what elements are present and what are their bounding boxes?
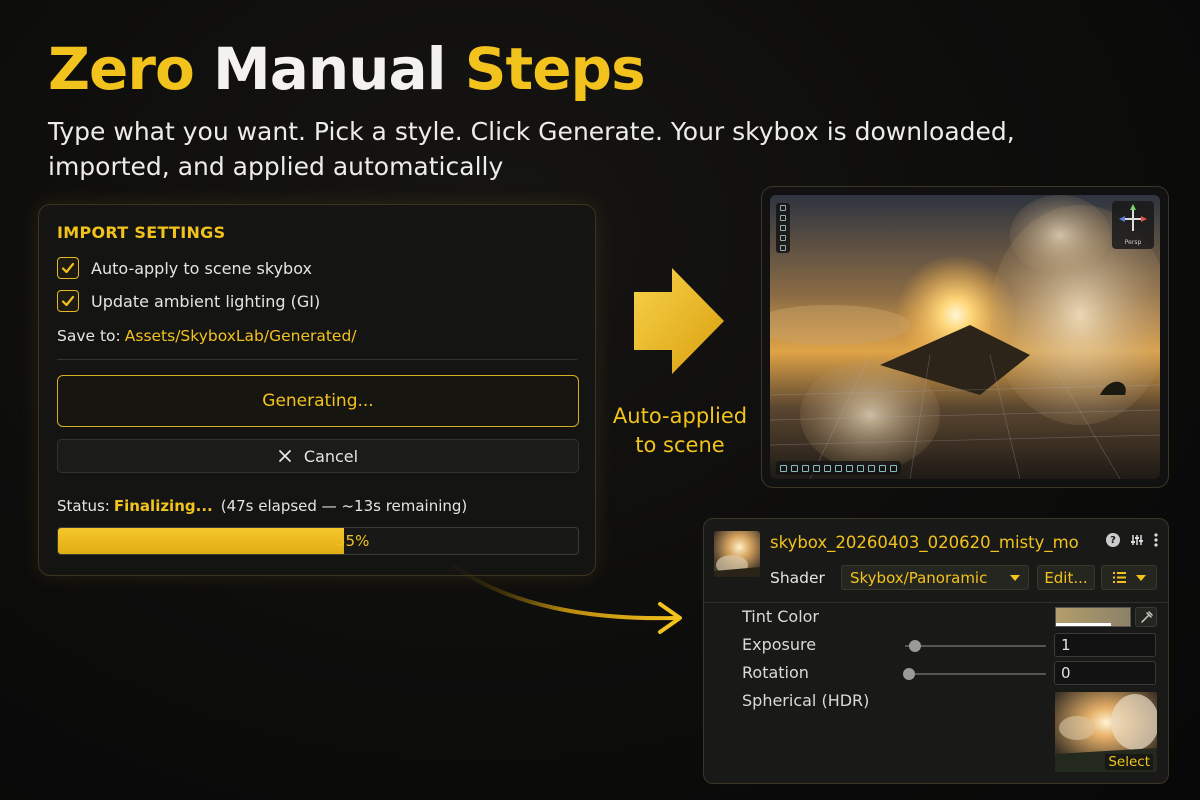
shader-dropdown[interactable]: Skybox/Panoramic (841, 565, 1029, 590)
divider (57, 359, 577, 360)
tint-alpha-bar (1056, 623, 1111, 626)
edit-shader-button[interactable]: Edit... (1037, 565, 1095, 590)
exposure-slider-handle[interactable] (909, 640, 921, 652)
generate-button-label: Generating... (262, 391, 374, 411)
help-icon[interactable]: ? (1106, 533, 1120, 547)
status-line: Status: Finalizing... (47s elapsed — ~13s … (57, 497, 467, 515)
tool-icon[interactable] (791, 464, 798, 472)
auto-applied-caption: Auto-applied to scene (600, 402, 760, 461)
tool-icon[interactable] (857, 464, 864, 472)
viewport-tools-toolbar[interactable] (776, 203, 790, 253)
projection-label[interactable]: Persp (1112, 239, 1154, 246)
save-path[interactable]: Assets/SkyboxLab/Generated/ (125, 327, 357, 345)
chevron-down-icon (1135, 574, 1146, 581)
tool-icon[interactable] (824, 464, 831, 472)
header-actions: ? (1106, 533, 1158, 547)
hdr-texture-slot[interactable]: Select (1055, 692, 1157, 772)
shader-value: Skybox/Panoramic (850, 568, 988, 587)
save-location: Save to: Assets/SkyboxLab/Generated/ (57, 327, 357, 345)
material-thumbnail (714, 531, 760, 577)
status-label: Status: (57, 497, 110, 515)
status-value: Finalizing... (113, 497, 213, 515)
exposure-slider-track[interactable] (905, 645, 1046, 647)
update-gi-checkbox[interactable] (57, 290, 79, 312)
eyedropper-button[interactable] (1135, 607, 1157, 627)
tool-icon[interactable] (879, 464, 886, 472)
shader-label: Shader (770, 569, 825, 587)
tool-icon[interactable] (780, 464, 787, 472)
tint-color-label: Tint Color (742, 607, 819, 626)
progress-text: 55% (336, 532, 370, 550)
tool-icon[interactable] (846, 464, 853, 472)
tool-icon[interactable] (780, 205, 786, 211)
auto-apply-option[interactable]: Auto-apply to scene skybox (57, 257, 312, 279)
generate-button[interactable]: Generating... (57, 375, 579, 427)
tint-color-swatch[interactable] (1055, 607, 1131, 627)
more-icon[interactable] (1154, 533, 1158, 547)
hero-title-manual: Manual (213, 35, 446, 103)
auto-apply-label: Auto-apply to scene skybox (91, 258, 312, 278)
scene-skybox-render (770, 195, 1160, 479)
tool-icon[interactable] (835, 464, 842, 472)
update-gi-option[interactable]: Update ambient lighting (GI) (57, 290, 320, 312)
tool-icon[interactable] (780, 235, 786, 241)
viewport-bottom-toolbar[interactable] (776, 461, 901, 475)
check-icon (61, 262, 75, 274)
shader-options-button[interactable] (1101, 565, 1157, 590)
import-settings-panel: IMPORT SETTINGS Auto-apply to scene skyb… (38, 204, 596, 576)
tool-icon[interactable] (802, 464, 809, 472)
caption-line-2: to scene (635, 433, 725, 458)
hero-title-zero: Zero (48, 35, 195, 103)
exposure-label: Exposure (742, 635, 817, 654)
sliders-icon[interactable] (1130, 533, 1144, 547)
eyedropper-icon (1141, 611, 1153, 623)
list-icon (1112, 572, 1126, 583)
chevron-down-icon (1010, 574, 1020, 581)
rotation-label: Rotation (742, 663, 809, 682)
hero-title-steps: Steps (464, 35, 646, 103)
exposure-field[interactable]: 1 (1054, 633, 1156, 657)
curved-arrow-icon (452, 564, 682, 634)
close-icon (278, 450, 291, 462)
save-label: Save to: (57, 327, 121, 345)
tool-icon[interactable] (780, 245, 786, 251)
rotation-slider-handle[interactable] (903, 668, 915, 680)
spherical-hdr-label: Spherical (HDR) (742, 691, 870, 710)
orientation-gizmo[interactable]: Persp (1112, 201, 1154, 249)
cancel-button[interactable]: Cancel (57, 439, 579, 473)
tool-icon[interactable] (868, 464, 875, 472)
caption-line-1: Auto-applied (612, 404, 748, 428)
hero-title: Zero Manual Steps (48, 35, 646, 103)
cancel-button-label: Cancel (303, 446, 359, 466)
check-icon (61, 295, 75, 307)
tool-icon[interactable] (890, 464, 897, 472)
scene-viewport[interactable]: Persp (761, 186, 1169, 488)
tool-icon[interactable] (813, 464, 820, 472)
select-texture-button[interactable]: Select (1105, 754, 1153, 770)
tool-icon[interactable] (780, 215, 786, 221)
edit-button-label: Edit... (1044, 568, 1088, 587)
rotation-field[interactable]: 0 (1054, 661, 1156, 685)
hero-subtitle: Type what you want. Pick a style. Click … (48, 117, 1015, 181)
axis-gizmo-icon (1119, 204, 1147, 231)
tool-icon[interactable] (780, 225, 786, 231)
auto-apply-checkbox[interactable] (57, 257, 79, 279)
material-inspector: skybox_20260403_020620_misty_mo ? Shader… (703, 518, 1169, 784)
rotation-slider-track[interactable] (905, 673, 1046, 675)
panel-heading: IMPORT SETTINGS (57, 223, 226, 242)
status-detail: (47s elapsed — ~13s remaining) (220, 497, 468, 515)
arrow-right-icon (634, 268, 724, 374)
material-name: skybox_20260403_020620_misty_mo (770, 533, 1079, 552)
progress-fill (58, 528, 344, 554)
progress-bar: 55% (57, 527, 579, 555)
update-gi-label: Update ambient lighting (GI) (91, 291, 321, 311)
inspector-header: skybox_20260403_020620_misty_mo ? Shader… (704, 519, 1168, 603)
